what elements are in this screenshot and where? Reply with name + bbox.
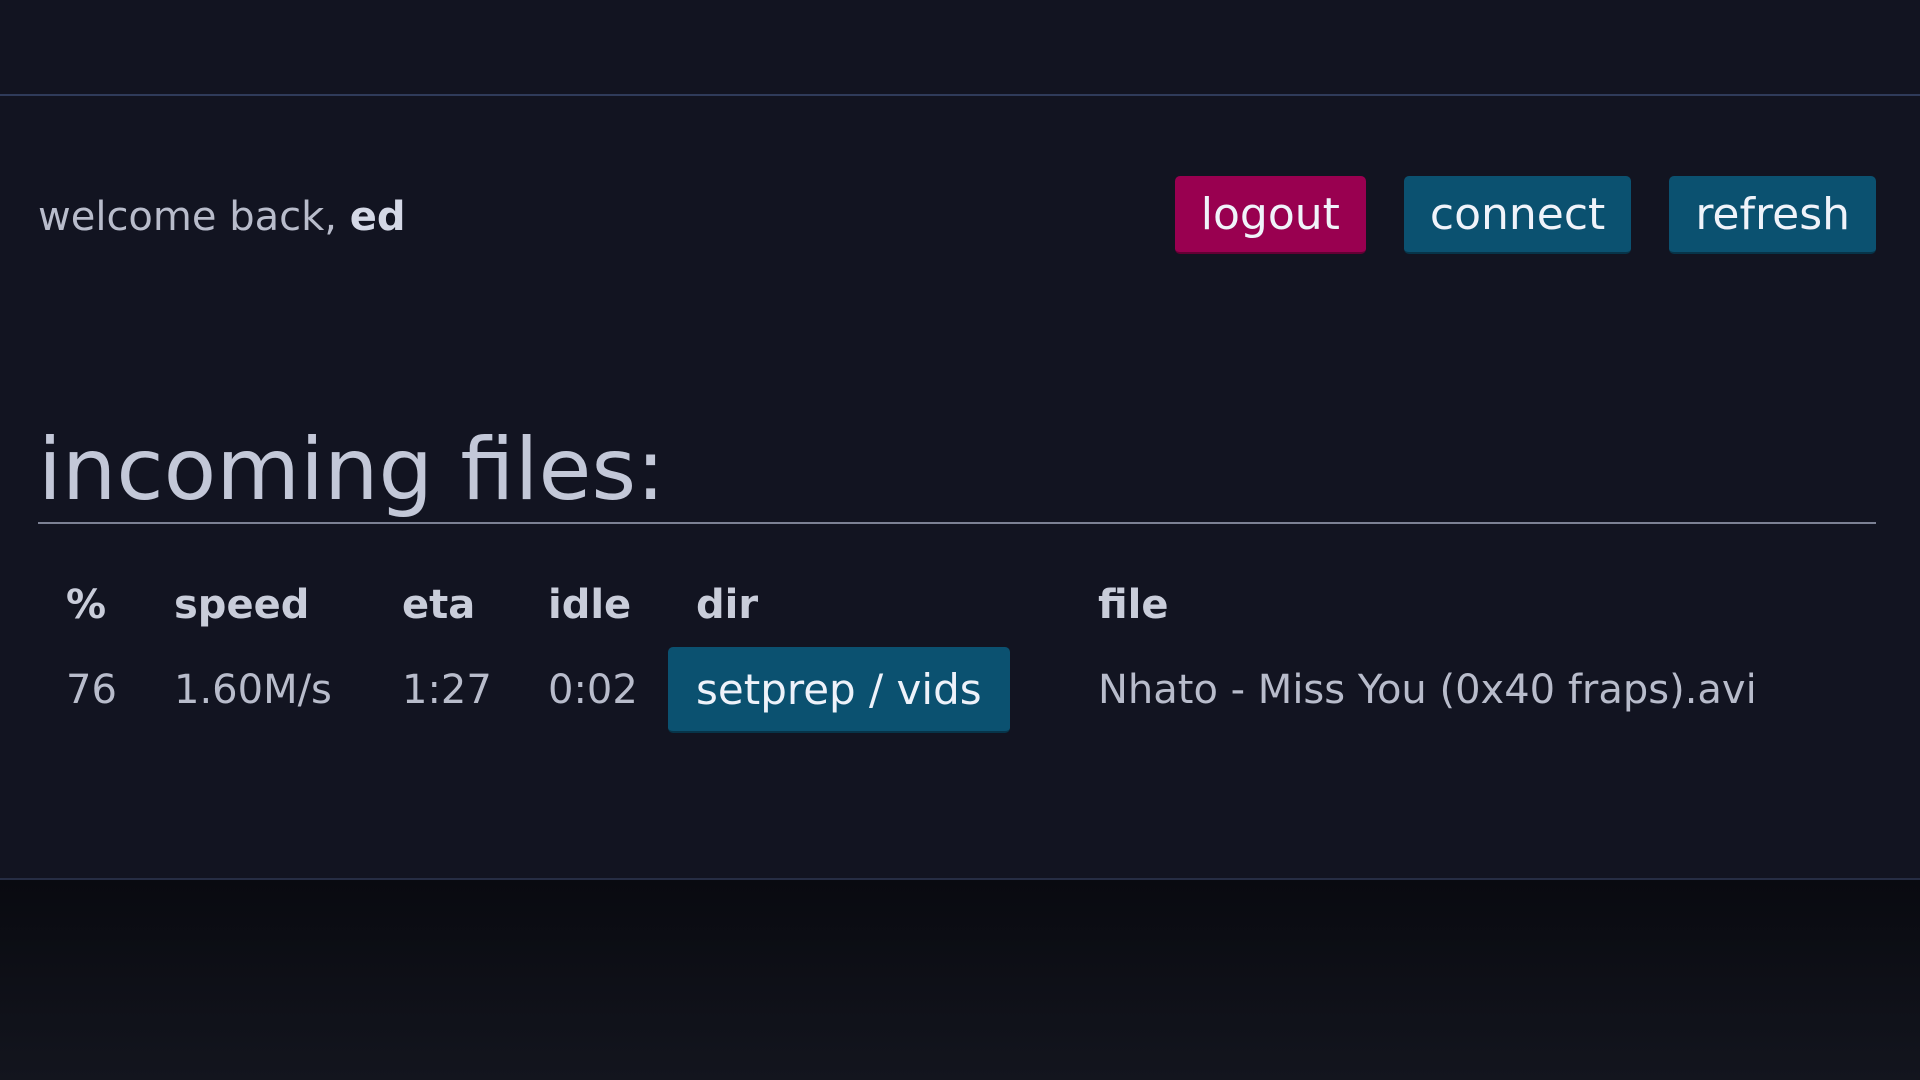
table-row: 76 1.60M/s 1:27 0:02 setprep / vids Nhat… — [38, 638, 1785, 742]
row-dir-cell: setprep / vids — [668, 638, 1070, 742]
column-header-idle: idle — [548, 582, 632, 628]
row-speed: 1.60M/s — [174, 667, 332, 713]
username: ed — [349, 194, 406, 240]
header-actions: logout connect refresh — [1174, 176, 1876, 254]
row-idle: 0:02 — [548, 667, 638, 713]
top-bar — [0, 0, 1920, 96]
column-header-percent: % — [66, 582, 107, 628]
row-eta: 1:27 — [402, 667, 492, 713]
logout-button[interactable]: logout — [1174, 176, 1366, 254]
row-percent: 76 — [66, 667, 117, 713]
column-header-file: file — [1098, 582, 1169, 628]
refresh-button[interactable]: refresh — [1669, 176, 1876, 254]
page-footer — [0, 880, 1920, 1080]
column-header-speed: speed — [174, 582, 310, 628]
welcome-message: welcome back, ed — [38, 192, 405, 242]
connect-button[interactable]: connect — [1403, 176, 1632, 254]
incoming-files-title: incoming files: — [38, 420, 1876, 524]
incoming-files-table: % speed eta idle dir file 76 1.60M/s 1:2… — [38, 572, 1785, 742]
column-header-dir: dir — [696, 582, 759, 628]
row-file: Nhato - Miss You (0x40 fraps).avi — [1098, 667, 1757, 713]
welcome-prefix: welcome back, — [38, 194, 350, 240]
dir-link-button[interactable]: setprep / vids — [668, 647, 1010, 733]
column-header-eta: eta — [402, 582, 476, 628]
table-header-row: % speed eta idle dir file — [38, 572, 1785, 638]
